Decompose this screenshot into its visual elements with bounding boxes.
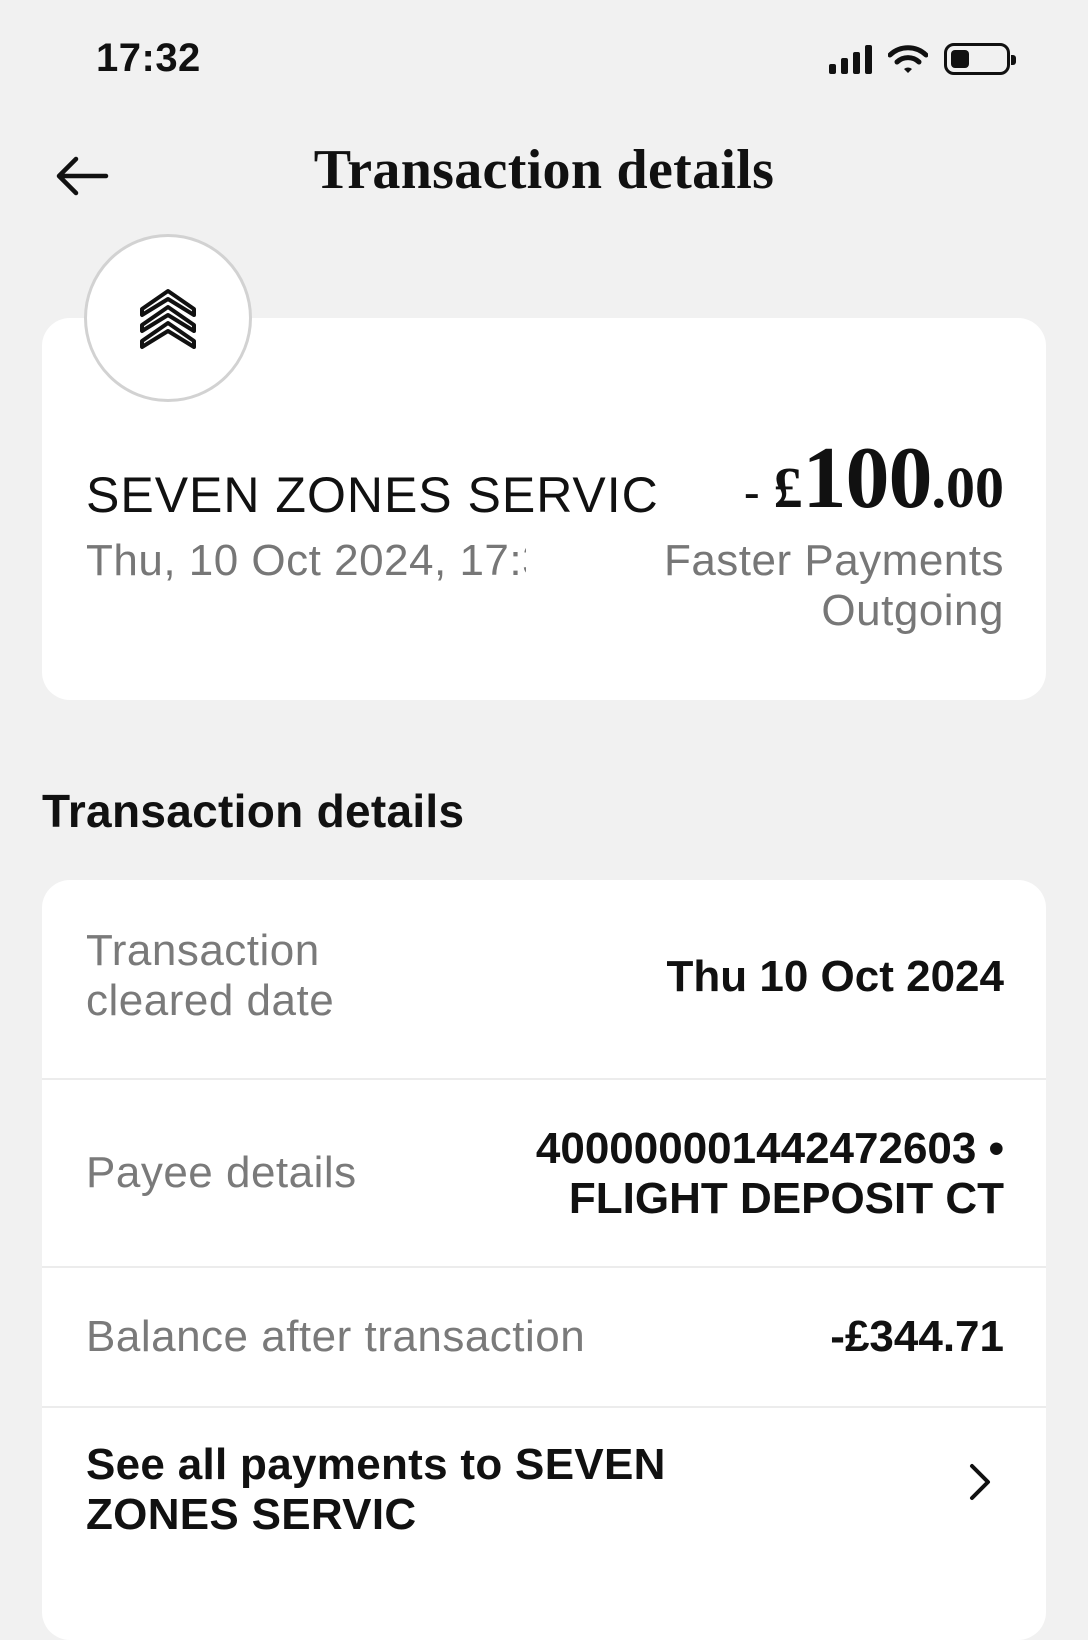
- see-all-payments-label: See all payments to SEVEN ZONES SERVIC: [86, 1440, 666, 1539]
- detail-row-payee: Payee details 40000000144247260​3 • FLIG…: [42, 1080, 1046, 1268]
- detail-label: Transaction cleared date: [86, 926, 335, 1025]
- detail-row-cleared-date: Transaction cleared date Thu 10 Oct 2024: [42, 880, 1046, 1080]
- see-all-payments-link[interactable]: See all payments to SEVEN ZONES SERVIC: [42, 1408, 1046, 1558]
- battery-icon: [944, 43, 1016, 75]
- transaction-type-avatar: [84, 234, 252, 402]
- header: Transaction details: [0, 120, 1088, 220]
- chevron-right-icon: [970, 1464, 990, 1500]
- detail-label: Balance after transaction: [86, 1312, 586, 1361]
- page-title: Transaction details: [313, 139, 775, 201]
- transaction-details-card: Transaction cleared date Thu 10 Oct 2024…: [42, 880, 1046, 1640]
- detail-value: Thu 10 Oct 2024: [666, 952, 1004, 1001]
- detail-value: 40000000144247260​3 • FLIGHT DEPOSIT CT: [535, 1124, 1004, 1223]
- wifi-icon: [888, 45, 928, 73]
- detail-label: Payee details: [86, 1148, 357, 1197]
- section-heading: Transaction details: [42, 785, 465, 837]
- merchant-name: SEVEN ZONES SERVIC: [86, 467, 659, 523]
- transaction-datetime: Thu, 10 Oct 2024, 17:3: [86, 536, 526, 585]
- detail-row-balance: Balance after transaction -£344.71: [42, 1268, 1046, 1408]
- amount-minor: .00: [931, 455, 1005, 520]
- status-bar: 17:32: [0, 0, 1088, 120]
- amount-currency: £: [773, 455, 803, 520]
- faster-payments-icon: [140, 289, 196, 349]
- transaction-amount: - £ 100 .00: [744, 428, 1004, 529]
- payment-type: Faster Payments Outgoing: [663, 536, 1004, 635]
- status-time: 17:32: [96, 36, 201, 80]
- detail-value: -£344.71: [830, 1312, 1004, 1361]
- amount-sign: -: [744, 466, 760, 517]
- amount-major: 100: [802, 430, 933, 527]
- cellular-signal-icon: [829, 44, 872, 74]
- status-icons: [829, 42, 1016, 76]
